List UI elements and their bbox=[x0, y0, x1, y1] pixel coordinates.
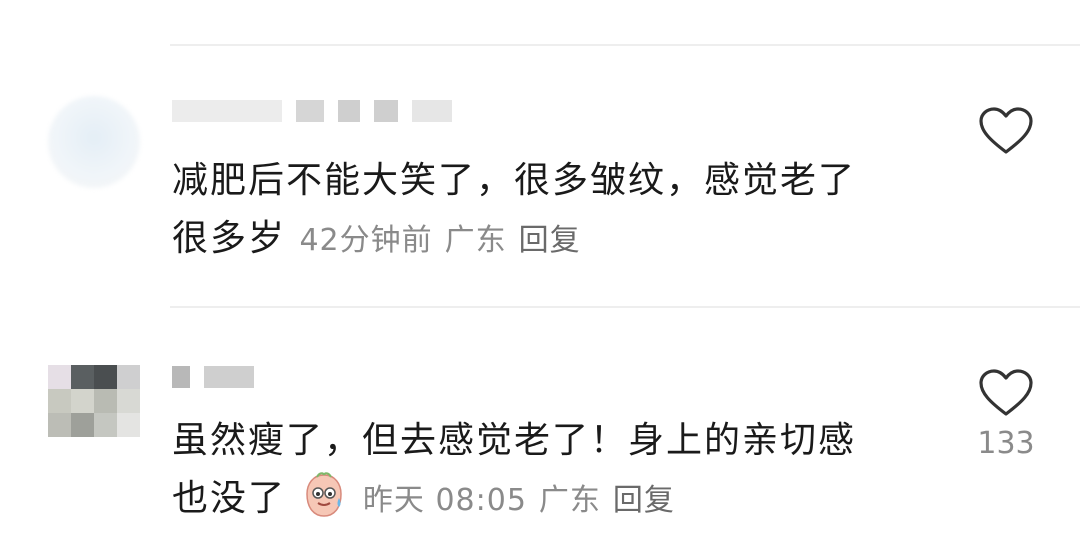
comment-text-line: 减肥后不能大笑了，很多皱纹，感觉老了 bbox=[172, 160, 857, 201]
comment-location: 广东 bbox=[538, 483, 601, 518]
comment-divider bbox=[170, 306, 1080, 308]
comment-text: 虽然瘦了，但去感觉老了！身上的亲切感 也没了 昨天 08:05 广东 回复 bbox=[172, 412, 932, 530]
comment-text-line: 虽然瘦了，但去感觉老了！身上的亲切感 bbox=[172, 420, 857, 461]
like-button[interactable] bbox=[975, 106, 1037, 164]
comment-time: 42分钟前 bbox=[299, 223, 433, 258]
comment-location: 广东 bbox=[444, 223, 507, 258]
username-redacted[interactable] bbox=[172, 98, 452, 124]
avatar[interactable] bbox=[48, 365, 140, 437]
comment-text: 减肥后不能大笑了，很多皱纹，感觉老了 很多岁 42分钟前 广东 回复 bbox=[172, 152, 932, 270]
reply-button[interactable]: 回复 bbox=[613, 483, 675, 518]
top-divider bbox=[170, 44, 1080, 46]
reply-button[interactable]: 回复 bbox=[519, 223, 581, 258]
comment-text-line: 很多岁 bbox=[172, 218, 287, 259]
heart-outline-icon bbox=[979, 107, 1033, 154]
like-count: 133 bbox=[977, 426, 1035, 461]
avatar[interactable] bbox=[48, 96, 140, 188]
username-redacted[interactable] bbox=[172, 364, 254, 390]
sweat-smile-emoji bbox=[306, 472, 343, 517]
comment-time: 昨天 08:05 bbox=[362, 483, 527, 518]
like-button[interactable]: 133 bbox=[975, 368, 1037, 461]
heart-outline-icon bbox=[979, 369, 1033, 416]
comment-text-line: 也没了 bbox=[172, 478, 287, 519]
